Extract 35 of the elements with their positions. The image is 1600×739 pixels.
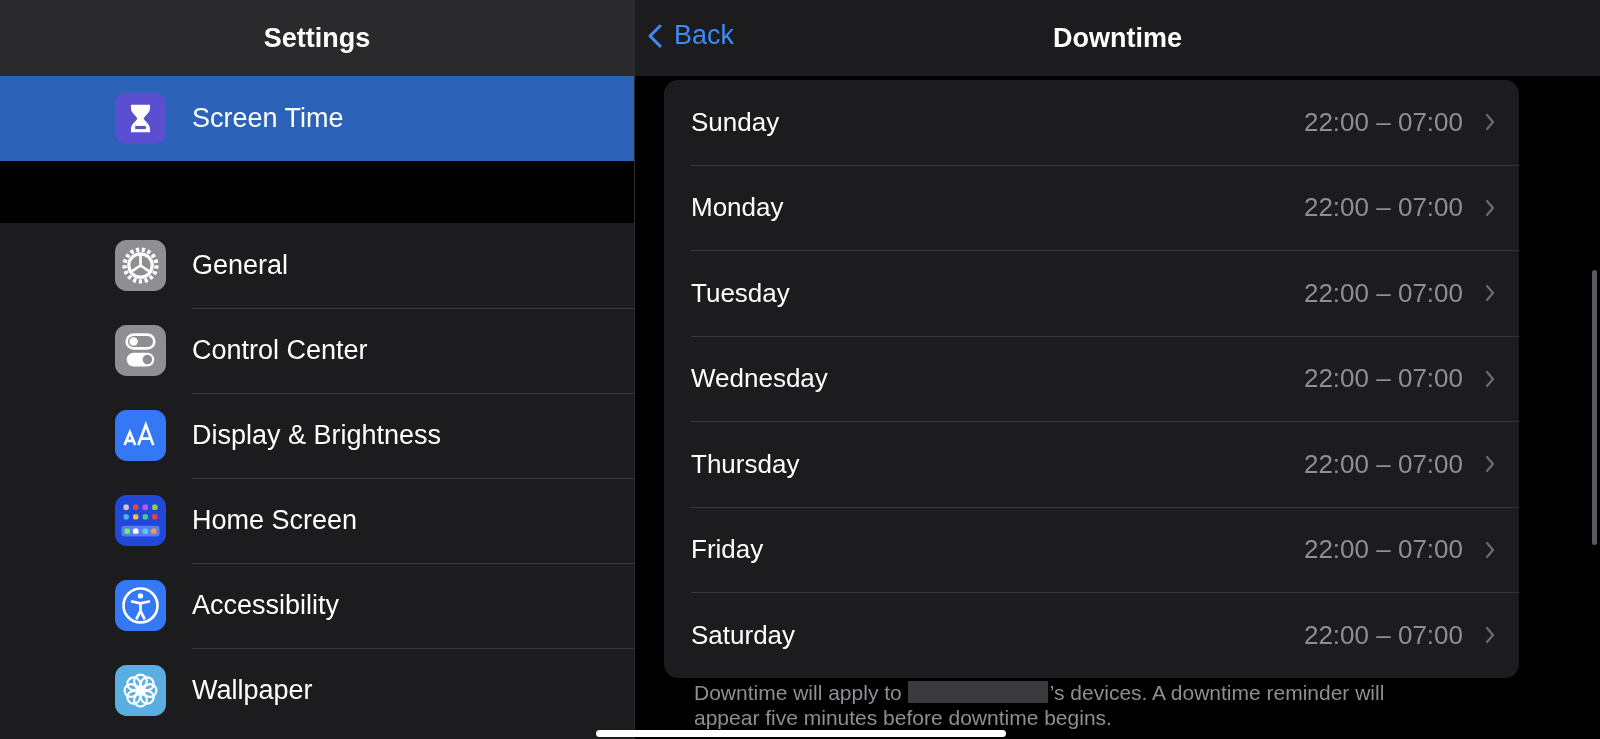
toggles-icon — [115, 325, 166, 376]
accessibility-icon — [115, 580, 166, 631]
sidebar-item[interactable]: Screen Time — [0, 76, 634, 161]
chevron-icon — [1485, 369, 1495, 388]
day-row[interactable]: Thursday 22:00 – 07:00 — [691, 421, 1519, 507]
day-row[interactable]: Friday 22:00 – 07:00 — [691, 506, 1519, 592]
gear-icon — [115, 240, 166, 291]
chevron-icon — [1485, 284, 1495, 303]
sidebar-item[interactable]: Home Screen — [0, 478, 634, 563]
sidebar-title: Settings — [263, 22, 371, 54]
chevron-icon — [1485, 540, 1495, 559]
day-row[interactable]: Tuesday 22:00 – 07:00 — [691, 250, 1519, 336]
day-row[interactable]: Wednesday 22:00 – 07:00 — [691, 335, 1519, 421]
chevron-icon — [1485, 113, 1495, 132]
day-row[interactable]: Monday 22:00 – 07:00 — [691, 164, 1519, 250]
footer-text: ’s devices. A downtime reminder will — [1049, 679, 1385, 705]
sidebar-item[interactable]: Accessibility — [0, 563, 634, 648]
sidebar-item[interactable]: General — [0, 223, 634, 308]
day-row[interactable]: Sunday 22:00 – 07:00 — [691, 80, 1519, 165]
footer-text: appear five minutes before downtime begins. — [694, 704, 1112, 730]
chevron-icon — [1485, 455, 1495, 474]
page-title: Downtime — [1053, 22, 1182, 54]
day-row[interactable]: Saturday 22:00 – 07:00 — [691, 592, 1519, 678]
sidebar-item[interactable]: Control Center — [0, 308, 634, 393]
sidebar-item[interactable]: Wallpaper — [0, 648, 634, 733]
app-grid-icon — [115, 495, 166, 546]
chevron-icon — [1485, 626, 1495, 645]
text-size-icon — [115, 410, 166, 461]
back-chevron-icon — [648, 23, 662, 48]
hourglass-icon — [115, 93, 166, 144]
sidebar-item[interactable]: Display & Brightness — [0, 393, 634, 478]
footer-text: Downtime will apply to — [694, 679, 902, 705]
back-button[interactable]: Back — [648, 20, 735, 51]
flower-icon — [115, 665, 166, 716]
chevron-icon — [1485, 198, 1495, 217]
